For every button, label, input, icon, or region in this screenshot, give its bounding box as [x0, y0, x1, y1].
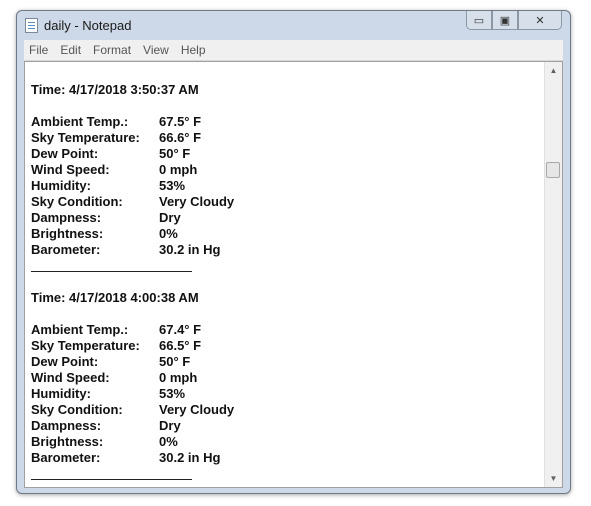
menu-format[interactable]: Format	[87, 43, 137, 57]
scroll-down-button[interactable]: ▼	[545, 470, 562, 487]
label-wind: Wind Speed:	[31, 162, 110, 177]
label-sky-cond: Sky Condition:	[31, 194, 123, 209]
value-barometer: 30.2 in Hg	[159, 450, 221, 465]
label-sky-cond: Sky Condition:	[31, 402, 123, 417]
value-wind: 0 mph	[159, 162, 198, 177]
chevron-up-icon: ▲	[549, 66, 558, 75]
menu-bar: File Edit Format View Help	[24, 40, 563, 61]
value-sky-cond: Very Cloudy	[159, 194, 235, 209]
value-dampness: Dry	[159, 418, 181, 433]
maximize-icon: ▣	[499, 14, 511, 27]
notepad-window: daily - Notepad ▭ ▣ ✕ File Edit Format V…	[16, 10, 571, 494]
label-barometer: Barometer:	[31, 450, 101, 465]
label-sky-temp: Sky Temperature:	[31, 338, 140, 353]
record-time: Time: 4/17/2018 3:50:37 AM	[31, 82, 199, 97]
label-brightness: Brightness:	[31, 226, 104, 241]
label-dampness: Dampness:	[31, 418, 102, 433]
value-dew: 50° F	[159, 354, 191, 369]
label-sky-temp: Sky Temperature:	[31, 130, 140, 145]
record-time: Time: 4/17/2018 4:00:38 AM	[31, 290, 199, 305]
label-dampness: Dampness:	[31, 210, 102, 225]
notepad-icon	[25, 18, 38, 33]
label-ambient: Ambient Temp.:	[31, 114, 129, 129]
separator-line	[31, 479, 192, 480]
value-dew: 50° F	[159, 146, 191, 161]
value-humidity: 53%	[159, 386, 186, 401]
value-brightness: 0%	[159, 434, 178, 449]
title-bar[interactable]: daily - Notepad ▭ ▣ ✕	[17, 11, 570, 40]
label-dew: Dew Point:	[31, 146, 99, 161]
label-wind: Wind Speed:	[31, 370, 110, 385]
value-sky-temp: 66.6° F	[159, 130, 202, 145]
close-button[interactable]: ✕	[518, 11, 562, 30]
window-controls: ▭ ▣ ✕	[466, 11, 562, 30]
label-barometer: Barometer:	[31, 242, 101, 257]
value-brightness: 0%	[159, 226, 178, 241]
chevron-down-icon: ▼	[549, 474, 558, 483]
minimize-icon: ▭	[473, 14, 485, 27]
menu-view[interactable]: View	[137, 43, 175, 57]
editor-area[interactable]: Time: 4/17/2018 3:50:37 AM Ambient Temp.…	[24, 61, 563, 488]
vertical-scrollbar[interactable]: ▲ ▼	[544, 62, 562, 487]
value-dampness: Dry	[159, 210, 181, 225]
maximize-button[interactable]: ▣	[492, 11, 518, 30]
label-dew: Dew Point:	[31, 354, 99, 369]
minimize-button[interactable]: ▭	[466, 11, 492, 30]
menu-file[interactable]: File	[24, 43, 54, 57]
label-humidity: Humidity:	[31, 386, 91, 401]
label-humidity: Humidity:	[31, 178, 91, 193]
label-brightness: Brightness:	[31, 434, 104, 449]
menu-edit[interactable]: Edit	[54, 43, 87, 57]
value-sky-temp: 66.5° F	[159, 338, 202, 353]
window-title: daily - Notepad	[44, 18, 132, 33]
value-barometer: 30.2 in Hg	[159, 242, 221, 257]
menu-help[interactable]: Help	[175, 43, 212, 57]
value-wind: 0 mph	[159, 370, 198, 385]
value-ambient: 67.5° F	[159, 114, 202, 129]
label-ambient: Ambient Temp.:	[31, 322, 129, 337]
value-sky-cond: Very Cloudy	[159, 402, 235, 417]
value-ambient: 67.4° F	[159, 322, 202, 337]
separator-line	[31, 271, 192, 272]
close-icon: ✕	[535, 14, 545, 27]
text-content[interactable]: Time: 4/17/2018 3:50:37 AM Ambient Temp.…	[25, 62, 545, 487]
scroll-thumb[interactable]	[546, 162, 560, 178]
value-humidity: 53%	[159, 178, 186, 193]
scroll-up-button[interactable]: ▲	[545, 62, 562, 79]
